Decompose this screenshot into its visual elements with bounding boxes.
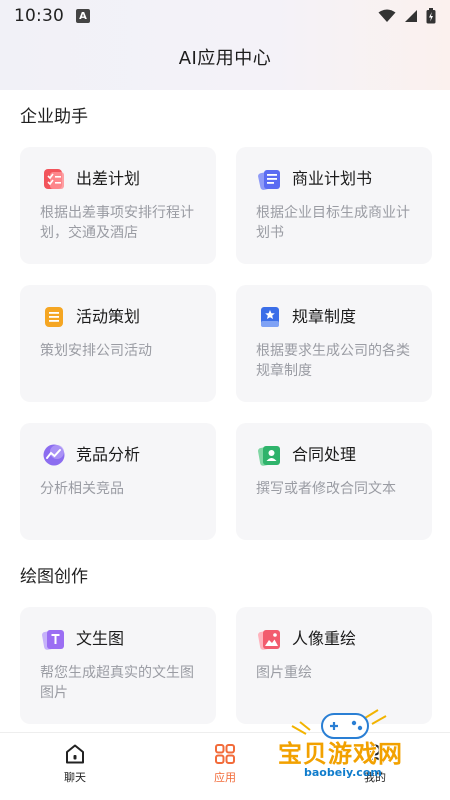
nav-label: 应用 [214, 771, 236, 784]
card-title: 商业计划书 [292, 169, 373, 188]
watermark-title: 宝贝游戏网 [278, 740, 403, 768]
card-event-plan[interactable]: 活动策划 策划安排公司活动 [20, 285, 216, 402]
card-contract[interactable]: 合同处理 撰写或者修改合同文本 [236, 423, 432, 540]
section-title-drawing: 绘图创作 [20, 567, 88, 587]
card-desc: 图片重绘 [256, 665, 312, 681]
event-plan-icon [45, 307, 63, 327]
card-desc: 根据企业目标生成商业计划书 [256, 205, 410, 241]
card-desc: 根据要求生成公司的各类规章制度 [256, 343, 410, 379]
card-title: 文生图 [76, 629, 125, 648]
card-desc: 根据出差事项安排行程计划，交通及酒店 [40, 205, 194, 241]
card-title: 人像重绘 [292, 629, 357, 648]
card-desc: 撰写或者修改合同文本 [256, 481, 396, 497]
section-title-enterprise: 企业助手 [20, 107, 88, 127]
card-title: 规章制度 [292, 307, 357, 326]
wifi-icon [378, 9, 396, 22]
card-business-plan[interactable]: 商业计划书 根据企业目标生成商业计划书 [236, 147, 432, 264]
card-competitor-analysis[interactable]: 竞品分析 分析相关竞品 [20, 423, 216, 540]
competitor-analysis-icon [43, 444, 65, 466]
status-time: 10:30 [14, 6, 64, 26]
card-desc: 策划安排公司活动 [40, 343, 152, 359]
battery-icon [426, 8, 436, 24]
page-title: AI应用中心 [178, 48, 272, 69]
apps-grid-icon [215, 744, 235, 764]
card-desc: 帮您生成超真实的文生图图片 [40, 665, 194, 701]
card-title: 出差计划 [76, 169, 141, 188]
travel-plan-icon [44, 169, 64, 189]
status-right [378, 8, 436, 24]
contract-icon [258, 446, 280, 466]
card-text-to-image[interactable]: 文生图 帮您生成超真实的文生图图片 [20, 607, 216, 724]
app-center-content: 企业助手 出差计划 根据出差事项安排行程计划，交通及酒店 商业计划书 根据企业目… [0, 90, 450, 732]
portrait-redraw-icon [258, 630, 280, 650]
nav-label: 聊天 [64, 771, 86, 784]
watermark-url: baobeiy.com [304, 766, 382, 779]
regulations-icon [261, 307, 279, 327]
notification-icon: A [76, 9, 90, 23]
card-title: 竞品分析 [76, 445, 141, 464]
business-plan-icon [258, 170, 280, 190]
nav-item-apps[interactable]: 应用 [185, 743, 265, 785]
nav-item-chat[interactable]: 聊天 [35, 743, 115, 785]
card-travel-plan[interactable]: 出差计划 根据出差事项安排行程计划，交通及酒店 [20, 147, 216, 264]
home-icon [66, 744, 84, 764]
card-desc: 分析相关竞品 [40, 481, 124, 497]
signal-icon [405, 10, 417, 22]
status-bar: 10:30 A [0, 0, 450, 32]
card-regulations[interactable]: 规章制度 根据要求生成公司的各类规章制度 [236, 285, 432, 402]
text-to-image-icon [42, 630, 64, 650]
card-title: 合同处理 [292, 445, 357, 464]
card-title: 活动策划 [76, 307, 141, 326]
watermark: 宝贝游戏网 baobeiy.com [270, 704, 420, 794]
